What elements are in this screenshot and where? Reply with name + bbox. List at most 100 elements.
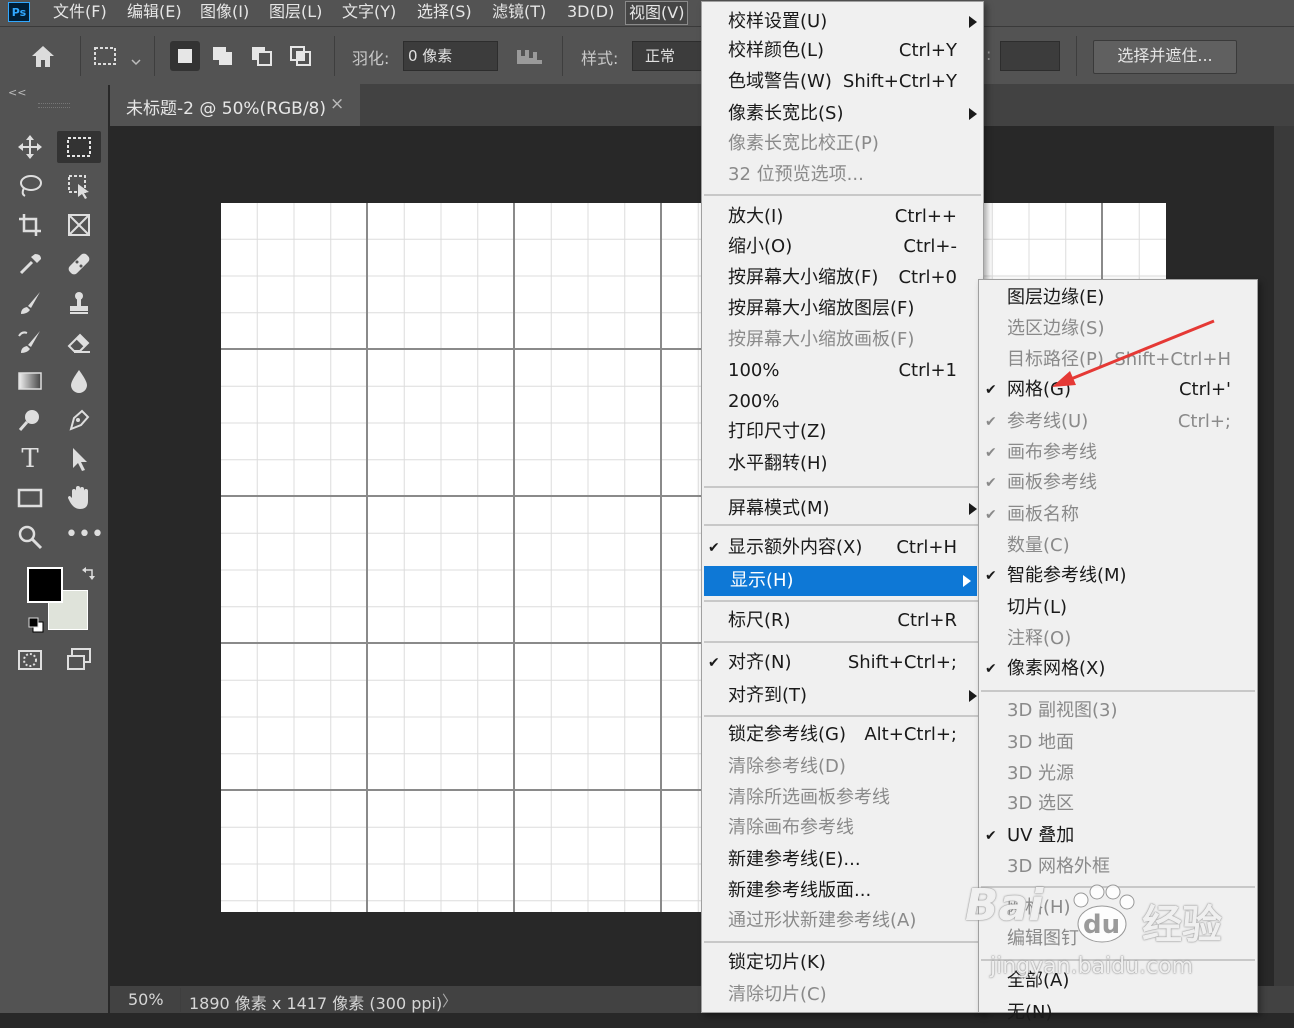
view-menu-item[interactable]: 像素长宽比(S): [702, 99, 983, 129]
show-submenu-item[interactable]: ✔ UV 叠加: [979, 821, 1257, 851]
chevron-down-icon[interactable]: [130, 52, 142, 66]
document-tab[interactable]: 未标题-2 @ 50%(RGB/8) ×: [110, 84, 360, 126]
style-select[interactable]: 正常: [632, 41, 702, 71]
view-menu-item[interactable]: ✔ 对齐(N) Shift+Ctrl+;: [702, 648, 983, 678]
height-input[interactable]: [1000, 41, 1060, 71]
show-submenu-item[interactable]: ✔ 像素网格(X): [979, 654, 1257, 684]
healing-brush-tool-icon[interactable]: [65, 250, 93, 278]
view-menu-item[interactable]: 通过形状新建参考线(A): [702, 906, 983, 936]
view-menu-item[interactable]: 清除参考线(D): [702, 752, 983, 782]
view-menu-item[interactable]: 200%: [702, 387, 983, 417]
view-menu-item[interactable]: 新建参考线版面...: [702, 876, 983, 906]
menu-filter[interactable]: 滤镜(T): [492, 0, 546, 24]
show-submenu-item[interactable]: 图层边缘(E): [979, 283, 1257, 313]
anti-alias-icon[interactable]: [514, 44, 546, 68]
path-selection-tool-icon[interactable]: [65, 445, 93, 473]
show-submenu-item[interactable]: 3D 网格外框: [979, 852, 1257, 882]
default-colors-icon[interactable]: [28, 617, 44, 633]
foreground-color-swatch[interactable]: [27, 567, 63, 603]
eyedropper-tool-icon[interactable]: [16, 250, 44, 278]
move-tool-icon[interactable]: [16, 133, 44, 161]
marquee-preset-icon[interactable]: [92, 44, 118, 70]
quick-mask-icon[interactable]: [16, 646, 44, 674]
view-menu-item[interactable]: 清除所选画板参考线: [702, 783, 983, 813]
zoom-tool-icon[interactable]: [16, 523, 44, 551]
view-menu-item[interactable]: 按屏幕大小缩放图层(F): [702, 294, 983, 324]
gradient-tool-icon[interactable]: [16, 367, 44, 395]
brush-tool-icon[interactable]: [16, 289, 44, 317]
menu-edit[interactable]: 编辑(E): [127, 0, 182, 24]
type-tool-icon[interactable]: T: [16, 445, 44, 473]
frame-tool-icon[interactable]: [65, 211, 93, 239]
view-menu-item[interactable]: 100% Ctrl+1: [702, 356, 983, 386]
select-and-mask-button[interactable]: 选择并遮住...: [1093, 40, 1237, 74]
feather-input[interactable]: 0 像素: [403, 41, 498, 71]
show-submenu-item[interactable]: 3D 副视图(3): [979, 696, 1257, 726]
clone-stamp-tool-icon[interactable]: [65, 289, 93, 317]
status-expand-icon[interactable]: 〉: [442, 990, 457, 1011]
menu-3d[interactable]: 3D(D): [567, 0, 614, 24]
new-selection-button[interactable]: [170, 41, 200, 71]
view-menu-item[interactable]: 打印尺寸(Z): [702, 417, 983, 447]
more-tools-icon[interactable]: •••: [65, 523, 104, 551]
rectangular-marquee-tool-icon[interactable]: [57, 131, 101, 163]
view-menu-item[interactable]: 水平翻转(H): [702, 449, 983, 479]
view-menu-item[interactable]: 缩小(O) Ctrl+-: [702, 232, 983, 262]
menu-image[interactable]: 图像(I): [200, 0, 249, 24]
zoom-level[interactable]: 50%: [128, 990, 164, 1009]
view-menu-item[interactable]: 按屏幕大小缩放(F) Ctrl+0: [702, 263, 983, 293]
show-submenu-item[interactable]: ✔ 画板参考线: [979, 468, 1257, 498]
menu-select[interactable]: 选择(S): [417, 0, 472, 24]
view-menu-item[interactable]: 校样设置(U): [702, 7, 983, 37]
view-menu-item[interactable]: 像素长宽比校正(P): [702, 129, 983, 159]
pen-tool-icon[interactable]: [65, 406, 93, 434]
vertical-scrollbar[interactable]: [1274, 126, 1294, 986]
close-icon[interactable]: ×: [330, 94, 344, 114]
show-submenu-item[interactable]: 3D 光源: [979, 759, 1257, 789]
history-brush-tool-icon[interactable]: [16, 328, 44, 356]
subtract-selection-button[interactable]: [247, 41, 277, 71]
view-menu-item[interactable]: 按屏幕大小缩放画板(F): [702, 325, 983, 355]
view-menu-item[interactable]: 锁定切片(K): [702, 948, 983, 978]
show-submenu-item[interactable]: 数量(C): [979, 531, 1257, 561]
view-menu-item[interactable]: 对齐到(T): [702, 681, 983, 711]
collapse-panel-button[interactable]: <<: [8, 86, 26, 99]
crop-tool-icon[interactable]: [16, 211, 44, 239]
eraser-tool-icon[interactable]: [65, 328, 93, 356]
home-icon[interactable]: [28, 42, 58, 70]
view-menu-item[interactable]: 校样颜色(L) Ctrl+Y: [702, 36, 983, 66]
view-menu-item[interactable]: 放大(I) Ctrl++: [702, 202, 983, 232]
hand-tool-icon[interactable]: [65, 484, 93, 512]
menu-view[interactable]: 视图(V): [625, 1, 689, 25]
view-menu-item[interactable]: 新建参考线(E)...: [702, 845, 983, 875]
menu-file[interactable]: 文件(F): [53, 0, 107, 24]
show-submenu-item[interactable]: ✔ 画布参考线: [979, 438, 1257, 468]
view-menu-item[interactable]: 32 位预览选项...: [702, 160, 983, 190]
view-menu-item[interactable]: 屏幕模式(M): [702, 494, 983, 524]
show-submenu-item[interactable]: ✔ 画板名称: [979, 500, 1257, 530]
show-submenu-item[interactable]: 注释(O): [979, 624, 1257, 654]
screen-mode-icon[interactable]: [65, 646, 93, 674]
show-submenu-item[interactable]: 3D 地面: [979, 728, 1257, 758]
lasso-tool-icon[interactable]: [16, 172, 44, 200]
view-menu-item[interactable]: 色域警告(W) Shift+Ctrl+Y: [702, 67, 983, 97]
show-submenu-item[interactable]: 3D 选区: [979, 789, 1257, 819]
menu-layer[interactable]: 图层(L): [269, 0, 322, 24]
view-menu-item[interactable]: 显示(H): [704, 566, 977, 596]
view-menu-item[interactable]: 标尺(R) Ctrl+R: [702, 606, 983, 636]
show-submenu-item[interactable]: ✔ 参考线(U) Ctrl+;: [979, 407, 1257, 437]
show-submenu-item[interactable]: 无(N): [979, 998, 1257, 1028]
intersect-selection-button[interactable]: [286, 41, 316, 71]
object-selection-tool-icon[interactable]: [65, 172, 93, 200]
view-menu-item[interactable]: ✔ 显示额外内容(X) Ctrl+H: [702, 533, 983, 563]
view-menu-item[interactable]: 清除切片(C): [702, 980, 983, 1010]
swap-colors-icon[interactable]: [81, 566, 97, 582]
blur-tool-icon[interactable]: [65, 367, 93, 395]
view-menu-item[interactable]: 清除画布参考线: [702, 813, 983, 843]
show-submenu-item[interactable]: ✔ 智能参考线(M): [979, 561, 1257, 591]
dodge-tool-icon[interactable]: [16, 406, 44, 434]
add-to-selection-button[interactable]: [208, 41, 238, 71]
menu-type[interactable]: 文字(Y): [342, 0, 396, 24]
view-menu-item[interactable]: 锁定参考线(G) Alt+Ctrl+;: [702, 720, 983, 750]
panel-grip[interactable]: [38, 103, 70, 108]
